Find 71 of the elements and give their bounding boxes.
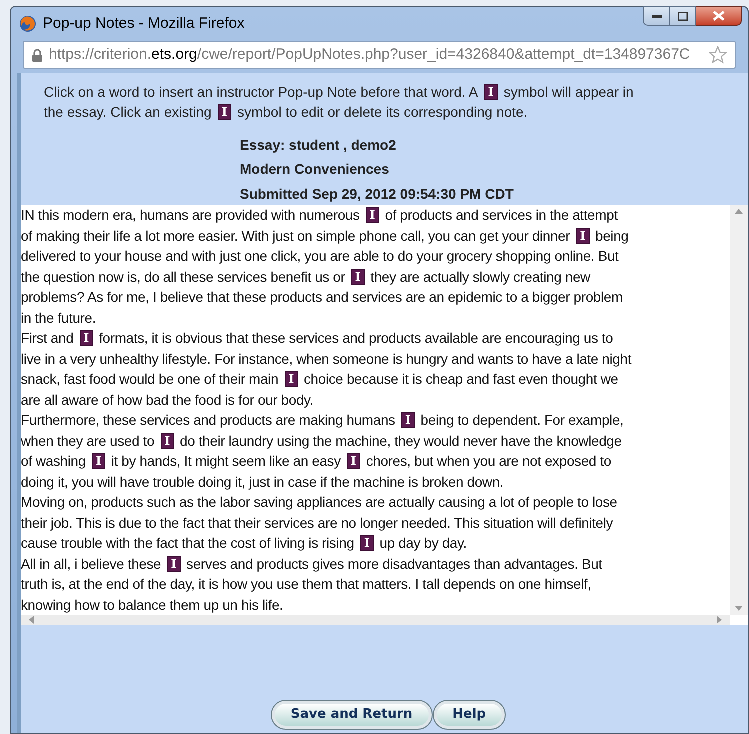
instruction-text: symbol will appear in [504, 84, 634, 100]
essay-text: Furthermore, these services and products are making humans [21, 412, 396, 428]
essay-text: IN this modern era, humans are provided with numerous [21, 207, 360, 223]
essay-text: in the future. [21, 310, 96, 326]
essay-text: delivered to your house and with just one click, you are able to do your grocery shopping online. But [21, 248, 619, 264]
lock-icon [32, 48, 43, 62]
essay-text: are all aware of how bad the food is for our body. [21, 392, 314, 408]
essay-text: serves and products gives more disadvantages than advantages. But [186, 556, 602, 572]
instruction-text: the essay. Click an existing [44, 104, 212, 120]
minimize-icon [652, 14, 662, 18]
minimize-button[interactable] [643, 6, 670, 26]
note-marker[interactable]: I [366, 207, 380, 223]
essay-text: doing it, you will have trouble doing it, just in case if the machine is broken down. [21, 474, 504, 490]
essay-author: Essay: student , demo2 [240, 136, 398, 155]
maximize-button[interactable] [670, 6, 696, 26]
essay-text: it by hands, It might seem like an easy [111, 453, 341, 469]
scroll-down-icon[interactable] [735, 606, 743, 611]
note-marker[interactable]: I [401, 412, 415, 428]
scroll-right-icon[interactable] [717, 616, 722, 624]
note-marker[interactable]: I [360, 535, 374, 551]
note-marker[interactable]: I [92, 453, 106, 469]
vertical-scrollbar[interactable] [730, 205, 748, 615]
essay-text: choice because it is cheap and fast even thought we [304, 371, 618, 387]
essay-text: All in all, i believe these [21, 556, 162, 572]
note-marker[interactable]: I [284, 371, 298, 387]
essay-text: up day by day. [380, 535, 467, 551]
note-marker[interactable]: I [218, 104, 232, 120]
scroll-up-icon[interactable] [735, 209, 743, 214]
close-button[interactable] [696, 6, 742, 26]
dialog-button[interactable]: Save and Return [272, 701, 432, 729]
note-marker[interactable]: I [80, 330, 94, 346]
essay-text: Moving on, products such as the labor saving appliances are actually causing a lot of people to lose [21, 494, 618, 510]
essay-text: of making their life a lot more easier. With just on simple phone call, you can get your dinner [21, 228, 570, 244]
essay-text: snack, fast food would be one of their main [21, 371, 279, 387]
note-marker[interactable]: I [576, 228, 590, 244]
firefox-logo-icon [19, 15, 37, 33]
essay-text: problems? As for me, I believe that these products and services are an epidemic to a bigger problem [21, 289, 623, 305]
horizontal-scrollbar[interactable] [21, 615, 730, 625]
essay-text: live in a very unhealthy lifestyle. For instance, when someone is hungry and wants to have a late night [21, 350, 632, 366]
dialog-button[interactable]: Help [434, 701, 506, 729]
window-title: Pop-up Notes - Mozilla Firefox [43, 14, 245, 34]
essay-text: when they are used to [21, 432, 155, 448]
essay-text: formats, it is obvious that these services and products available are encouraging us to [99, 330, 614, 346]
essay-text: First and [21, 330, 74, 346]
instruction-text: symbol to edit or delete its corresponding note. [237, 104, 528, 120]
essay-title: Modern Conveniences [240, 160, 390, 179]
essay-text: of washing [21, 453, 86, 469]
submitted-date: Submitted Sep 29, 2012 09:54:30 PM CDT [240, 185, 515, 203]
essay-text: do their laundry using the machine, they would never have the knowledge [180, 432, 622, 448]
essay-text: being [596, 228, 629, 244]
close-icon [712, 11, 724, 21]
essay-text: of products and services in the attempt [385, 207, 618, 223]
essay-text: they are actually slowly creating new [370, 268, 590, 284]
essay-text: knowing how to balance them up un his life. [21, 596, 284, 612]
essay-text: chores, but when you are not exposed to [366, 453, 612, 469]
essay-text: truth is, at the end of the day, it is how you use them that matters. I tall depends on one himself, [21, 576, 592, 592]
essay-text: being to dependent. For example, [420, 412, 624, 428]
star-icon[interactable] [709, 46, 727, 64]
essay-text: their job. This is due to the fact that their services are no longer needed. This situation will definitely [21, 514, 614, 530]
note-marker[interactable]: I [167, 556, 181, 572]
note-marker[interactable]: I [484, 84, 498, 100]
url-text: https://criterion.ets.org/cwe/report/PopUpNotes.php?user_id=4326840&attempt_dt=134897367C [49, 44, 692, 65]
essay-text: the question now is, do all these services benefit us or [21, 268, 346, 284]
note-marker[interactable]: I [160, 432, 174, 448]
note-marker[interactable]: I [346, 453, 360, 469]
scroll-left-icon[interactable] [29, 616, 34, 624]
instruction-text: Click on a word to insert an instructor Pop-up Note before that word. A [44, 84, 478, 100]
address-bar[interactable]: https://criterion.ets.org/cwe/report/PopUpNotes.php?user_id=4326840&attempt_dt=134897367C [23, 41, 736, 69]
essay-text: cause trouble with the fact that the cost of living is rising [21, 535, 354, 551]
maximize-icon [678, 12, 688, 20]
note-marker[interactable]: I [351, 268, 365, 284]
